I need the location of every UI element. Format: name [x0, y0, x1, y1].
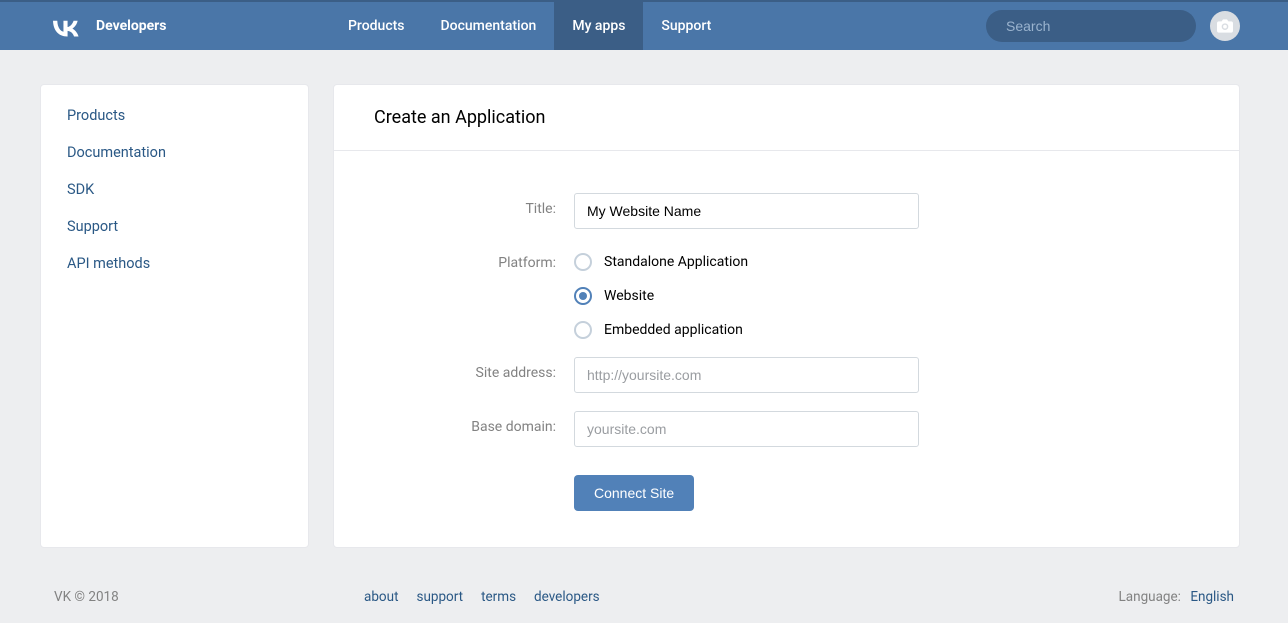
radio-label-standalone: Standalone Application [604, 254, 748, 270]
footer-link-terms[interactable]: terms [481, 589, 516, 605]
language-label: Language: [1119, 589, 1181, 605]
create-app-form: Title: Platform: Standalone Application … [334, 151, 1239, 547]
title-input[interactable] [574, 193, 919, 229]
radio-label-website: Website [604, 288, 654, 304]
footer-links: about support terms developers [364, 589, 600, 605]
footer-language: Language: English [1119, 589, 1235, 605]
sidebar-item-support[interactable]: Support [41, 208, 308, 245]
sidebar-item-sdk[interactable]: SDK [41, 171, 308, 208]
radio-icon [574, 253, 592, 271]
sidebar-item-products[interactable]: Products [41, 97, 308, 134]
row-base-domain: Base domain: [394, 411, 1179, 447]
language-value[interactable]: English [1190, 589, 1234, 605]
sidebar: Products Documentation SDK Support API m… [40, 84, 309, 548]
brand-area[interactable]: Developers [0, 15, 330, 37]
brand-text: Developers [96, 18, 167, 34]
sidebar-item-api-methods[interactable]: API methods [41, 245, 308, 282]
nav-products[interactable]: Products [330, 2, 423, 50]
nav-documentation[interactable]: Documentation [423, 2, 555, 50]
radio-icon [574, 321, 592, 339]
base-domain-input[interactable] [574, 411, 919, 447]
search-input[interactable] [1006, 18, 1187, 34]
row-platform: Platform: Standalone Application Website… [394, 247, 1179, 339]
footer-link-support[interactable]: support [416, 589, 463, 605]
sidebar-item-documentation[interactable]: Documentation [41, 134, 308, 171]
radio-website[interactable]: Website [574, 287, 919, 305]
search-box[interactable] [986, 10, 1196, 42]
avatar-button[interactable] [1210, 11, 1240, 41]
topbar-right [986, 10, 1288, 42]
radio-label-embedded: Embedded application [604, 322, 743, 338]
footer: VK © 2018 about support terms developers… [0, 589, 1288, 605]
row-title: Title: [394, 193, 1179, 229]
main-header: Create an Application [334, 85, 1239, 151]
page-body: Products Documentation SDK Support API m… [0, 50, 1288, 548]
radio-embedded[interactable]: Embedded application [574, 321, 919, 339]
nav-my-apps[interactable]: My apps [554, 2, 643, 50]
footer-copyright: VK © 2018 [54, 589, 364, 605]
radio-standalone[interactable]: Standalone Application [574, 253, 919, 271]
top-nav: Products Documentation My apps Support [330, 2, 729, 50]
radio-icon [574, 287, 592, 305]
row-site-address: Site address: [394, 357, 1179, 393]
main-panel: Create an Application Title: Platform: S… [333, 84, 1240, 548]
platform-radio-group: Standalone Application Website Embedded … [574, 247, 919, 339]
topbar: Developers Products Documentation My app… [0, 0, 1288, 50]
connect-site-button[interactable]: Connect Site [574, 475, 694, 511]
label-title: Title: [394, 193, 574, 217]
site-address-input[interactable] [574, 357, 919, 393]
label-site-address: Site address: [394, 357, 574, 381]
footer-link-about[interactable]: about [364, 589, 398, 605]
footer-link-developers[interactable]: developers [534, 589, 600, 605]
camera-icon [1217, 19, 1233, 33]
label-platform: Platform: [394, 247, 574, 271]
vk-logo-icon [48, 15, 84, 37]
label-base-domain: Base domain: [394, 411, 574, 435]
page-title: Create an Application [374, 107, 1199, 128]
nav-support[interactable]: Support [643, 2, 729, 50]
